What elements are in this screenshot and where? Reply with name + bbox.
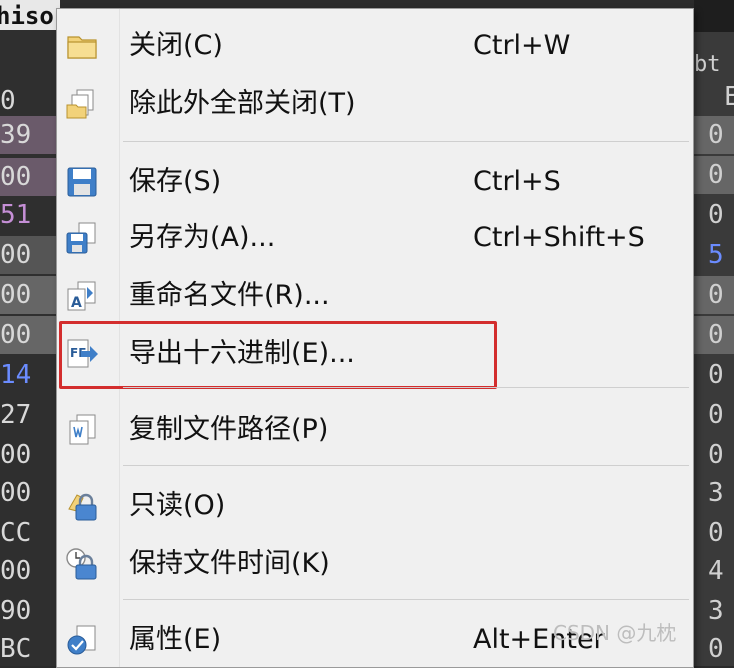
rename-icon: A (65, 279, 99, 313)
hex-cell: 0 (708, 360, 724, 390)
folder-icon (65, 29, 99, 63)
offset-cell: 00 (0, 440, 32, 470)
save-icon (65, 165, 99, 199)
hex-cell: 0 (708, 200, 724, 230)
svg-text:A: A (71, 295, 82, 311)
properties-icon (65, 623, 99, 657)
menu-item-keep-file-time[interactable]: 保持文件时间(K) (57, 539, 693, 589)
menu-item-shortcut: Ctrl+S (473, 166, 561, 197)
menu-item-read-only[interactable]: 只读(O) (57, 481, 693, 531)
hex-cell: 4 (708, 556, 724, 586)
hex-cell: 0 (708, 518, 724, 548)
hex-cell: 0 (694, 156, 734, 194)
hex-offset-column: hiso 0 39 00 51 00 00 00 14 27 00 00 CC … (0, 0, 60, 666)
menu-item-label: 除此外全部关闭(T) (129, 88, 356, 119)
offset-cell: 90 (0, 596, 32, 626)
offset-cell: 00 (0, 276, 60, 314)
menu-item-label: 关闭(C) (129, 30, 223, 61)
menu-separator (123, 141, 689, 142)
hex-data-column: bt E 0 0 0 5 0 0 0 0 0 3 0 4 3 0 (694, 0, 734, 666)
hex-cell: 0 (694, 116, 734, 154)
menu-item-save-as[interactable]: 另存为(A)... Ctrl+Shift+S (57, 213, 693, 263)
lock-icon (65, 489, 99, 523)
title-tab-fragment: hiso (0, 0, 60, 30)
menu-item-shortcut: Ctrl+Shift+S (473, 222, 645, 253)
offset-cell: 00 (0, 236, 60, 274)
context-menu: 关闭(C) Ctrl+W 除此外全部关闭(T) 保存(S) Ctrl+S 另存为… (56, 8, 694, 668)
offset-cell: 39 (0, 116, 60, 154)
offset-cell: 0 (0, 86, 16, 116)
menu-separator (123, 465, 689, 466)
hex-cell: 0 (694, 276, 734, 314)
hex-cell: 3 (708, 596, 724, 626)
menu-item-label: 保持文件时间(K) (129, 548, 330, 579)
menu-item-label: 保存(S) (129, 166, 222, 197)
menu-item-label: 只读(O) (129, 490, 226, 521)
documents-icon (65, 87, 99, 121)
clock-lock-icon (65, 547, 99, 581)
menu-item-copy-path[interactable]: 复制文件路径(P) (57, 405, 693, 455)
menu-item-label: 属性(E) (129, 624, 222, 655)
offset-cell: 00 (0, 158, 60, 196)
hex-cell: 3 (708, 478, 724, 508)
menu-item-rename[interactable]: A 重命名文件(R)... (57, 271, 693, 321)
save-as-icon (65, 221, 99, 255)
hex-cell: 5 (708, 240, 724, 270)
menu-separator (123, 387, 689, 388)
hex-cell: 0 (694, 316, 734, 354)
header-strip (694, 0, 734, 32)
watermark: CSDN @九枕 (553, 621, 677, 645)
offset-cell: BC (0, 634, 32, 664)
menu-item-close[interactable]: 关闭(C) Ctrl+W (57, 21, 693, 71)
menu-item-shortcut: Ctrl+W (473, 30, 571, 61)
highlight-box (59, 321, 497, 389)
offset-cell: 00 (0, 478, 32, 508)
hex-cell: E (724, 82, 734, 112)
menu-item-label: 另存为(A)... (129, 222, 276, 253)
menu-item-close-others[interactable]: 除此外全部关闭(T) (57, 79, 693, 129)
offset-cell: 51 (0, 200, 32, 230)
menu-item-save[interactable]: 保存(S) Ctrl+S (57, 157, 693, 207)
hex-cell: 0 (708, 440, 724, 470)
offset-cell: 14 (0, 360, 32, 390)
hex-cell: 0 (708, 634, 724, 664)
offset-cell: 27 (0, 400, 32, 430)
offset-cell: CC (0, 518, 32, 548)
hex-cell: 0 (708, 400, 724, 430)
menu-item-label: 复制文件路径(P) (129, 414, 329, 445)
offset-cell: 00 (0, 556, 32, 586)
copy-path-icon (65, 413, 99, 447)
title-fragment: hiso (0, 2, 54, 30)
offset-cell: 00 (0, 316, 60, 354)
menu-item-label: 重命名文件(R)... (129, 280, 330, 311)
menu-separator (123, 599, 689, 600)
